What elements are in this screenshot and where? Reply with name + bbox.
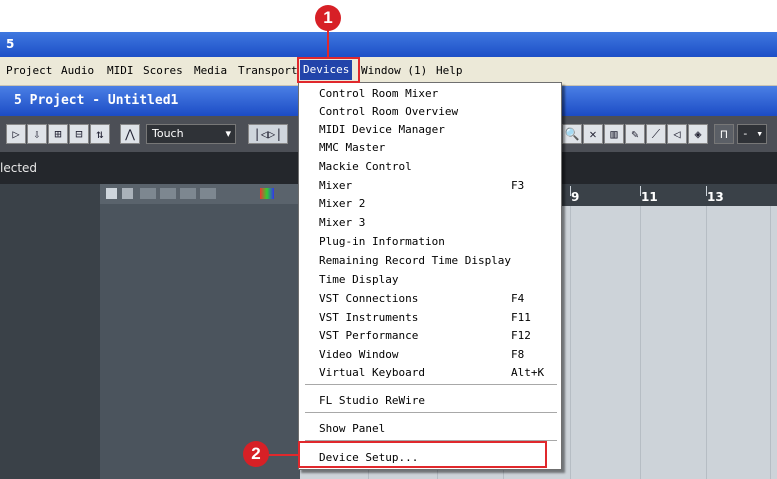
grid-line: [770, 206, 771, 479]
grid-line: [640, 206, 641, 479]
menu-item-plugin-information[interactable]: Plug-in Information: [319, 233, 551, 251]
grid-type-select[interactable]: - ▾: [737, 124, 767, 144]
time-warp-tool-icon[interactable]: ▥: [604, 124, 624, 144]
menu-separator: [305, 384, 557, 385]
chevron-down-icon: ▾: [756, 127, 763, 140]
chevron-down-icon: ▾: [225, 127, 231, 140]
menu-transport[interactable]: Transport: [237, 63, 299, 79]
speaker-tool-icon[interactable]: ◁: [667, 124, 687, 144]
automation-icon[interactable]: ⋀: [120, 124, 140, 144]
write-all-icon[interactable]: [200, 188, 216, 199]
callout-connector: [268, 454, 298, 456]
automation-mode-select[interactable]: Touch ▾: [146, 124, 236, 144]
menu-project[interactable]: Project: [5, 63, 53, 79]
split-tool-icon[interactable]: ⊞: [48, 124, 68, 144]
menu-item-vst-instruments[interactable]: VST Instruments F11: [319, 309, 551, 327]
zoom-tool-icon[interactable]: 🔍: [562, 124, 582, 144]
automation-mode-value: Touch: [152, 127, 184, 140]
callout-highlight-device-setup: [298, 441, 547, 468]
mute-tool-icon[interactable]: ⇅: [90, 124, 110, 144]
app-title: 5: [6, 37, 15, 51]
menu-item-vst-connections[interactable]: VST Connections F4: [319, 290, 551, 308]
menu-item-mackie-control[interactable]: Mackie Control: [319, 158, 551, 176]
callout-badge-1: 1: [315, 5, 341, 31]
track-color-icon[interactable]: [260, 188, 274, 199]
ruler-number: 13: [707, 190, 724, 204]
track-add-icon[interactable]: [106, 188, 117, 199]
menu-separator: [305, 412, 557, 413]
menu-item-mixer[interactable]: Mixer F3: [319, 177, 551, 195]
menu-item-fl-studio-rewire[interactable]: FL Studio ReWire: [319, 392, 551, 410]
menu-item-control-room-overview[interactable]: Control Room Overview: [319, 103, 551, 121]
menu-item-video-window[interactable]: Video Window F8: [319, 346, 551, 364]
devices-dropdown-menu: Control Room Mixer Control Room Overview…: [298, 82, 562, 470]
transport-skip-back-icon[interactable]: |◁▷|: [248, 124, 288, 144]
menu-item-time-display[interactable]: Time Display: [319, 271, 551, 289]
callout-connector: [327, 30, 329, 57]
menu-media[interactable]: Media: [193, 63, 228, 79]
menu-help[interactable]: Help: [435, 63, 464, 79]
menu-item-show-panel[interactable]: Show Panel: [319, 420, 551, 438]
menu-item-mixer-2[interactable]: Mixer 2: [319, 195, 551, 213]
callout-badge-2: 2: [243, 441, 269, 467]
menu-audio[interactable]: Audio: [60, 63, 95, 79]
track-list-header: [100, 184, 300, 204]
solo-all-icon[interactable]: [160, 188, 176, 199]
grid-line: [706, 206, 707, 479]
menu-item-vst-performance[interactable]: VST Performance F12: [319, 327, 551, 345]
menu-item-mmc-master[interactable]: MMC Master: [319, 139, 551, 157]
mute-all-icon[interactable]: [140, 188, 156, 199]
line-tool-icon[interactable]: ⟋: [646, 124, 666, 144]
menu-item-remaining-record-time[interactable]: Remaining Record Time Display: [319, 252, 551, 270]
erase-tool-icon[interactable]: ✕: [583, 124, 603, 144]
selection-status-text: lected: [0, 161, 38, 175]
pencil-tool-icon[interactable]: ✎: [625, 124, 645, 144]
object-select-tool-icon[interactable]: ▷: [6, 124, 26, 144]
menu-scores[interactable]: Scores: [142, 63, 184, 79]
menu-item-midi-device-manager[interactable]: MIDI Device Manager: [319, 121, 551, 139]
app-titlebar: 5: [0, 32, 777, 57]
menu-item-mixer-3[interactable]: Mixer 3: [319, 214, 551, 232]
snap-toggle-icon[interactable]: ⊓: [714, 124, 734, 144]
callout-highlight-devices: [297, 57, 360, 83]
track-list: [100, 184, 300, 479]
inspector-panel: [0, 184, 100, 479]
menu-midi[interactable]: MIDI: [106, 63, 135, 79]
color-tool-icon[interactable]: ◈: [688, 124, 708, 144]
project-window-title: 5 Project - Untitled1: [14, 93, 179, 108]
ruler-number: 11: [641, 190, 658, 204]
menu-item-control-room-mixer[interactable]: Control Room Mixer: [319, 85, 551, 103]
track-global-icon[interactable]: [122, 188, 133, 199]
glue-tool-icon[interactable]: ⊟: [69, 124, 89, 144]
menu-item-virtual-keyboard[interactable]: Virtual Keyboard Alt+K: [319, 364, 551, 382]
range-tool-icon[interactable]: ⇩: [27, 124, 47, 144]
grid-line: [570, 206, 571, 479]
ruler-number: 9: [571, 190, 580, 204]
menu-window[interactable]: Window (1): [360, 63, 428, 79]
grid-type-value: -: [742, 127, 749, 140]
read-all-icon[interactable]: [180, 188, 196, 199]
